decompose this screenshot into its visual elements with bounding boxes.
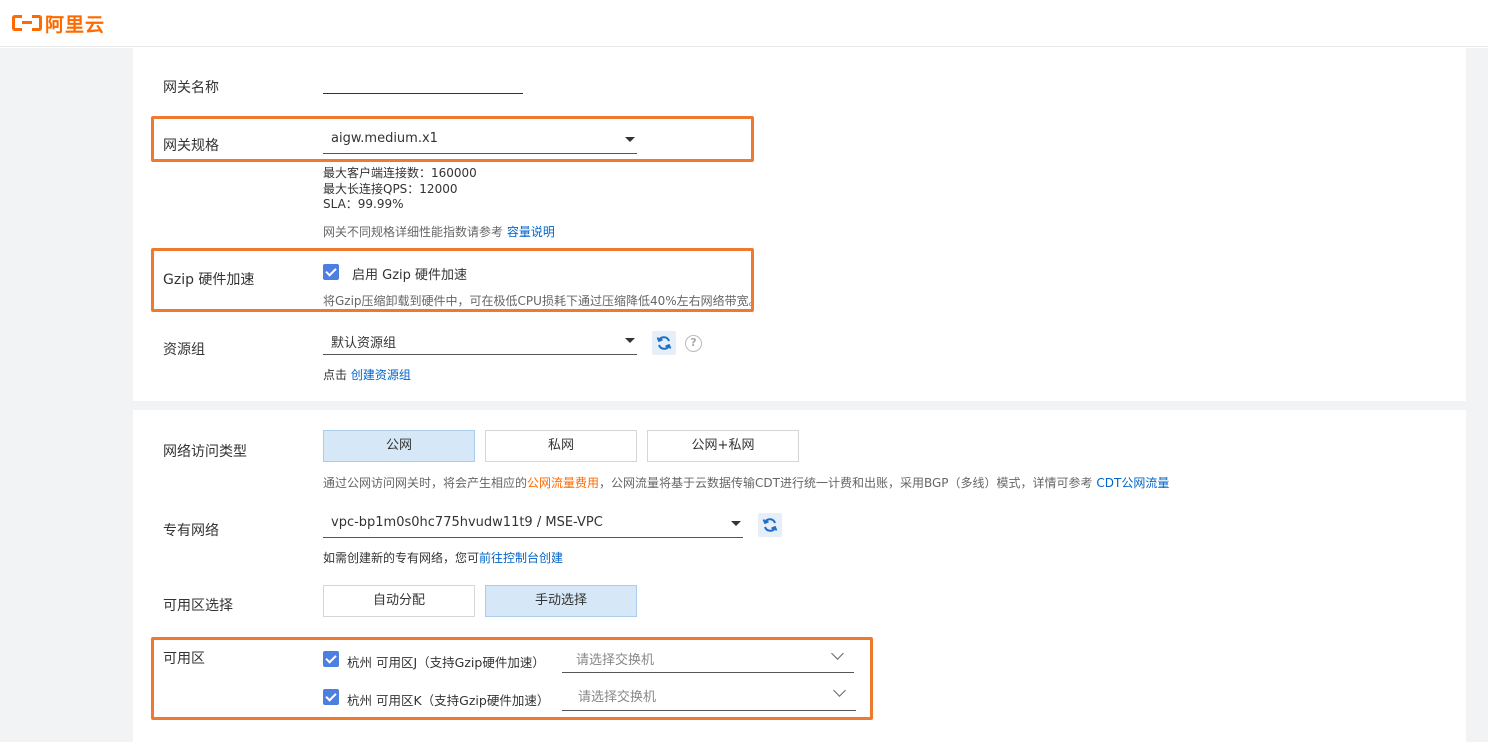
aliyun-logo[interactable]: 阿里云: [12, 11, 106, 36]
zone-k-switch-select[interactable]: 请选择交换机: [562, 684, 856, 711]
create-resource-group-link[interactable]: 创建资源组: [351, 368, 411, 382]
help-icon[interactable]: ?: [685, 335, 702, 352]
vpc-value: vpc-bp1m0s0hc775hvudw11t9 / MSE-VPC: [331, 515, 603, 530]
right-gutter: [1466, 48, 1488, 742]
vpc-refresh-button[interactable]: [758, 513, 782, 537]
top-bar: 阿里云: [0, 0, 1488, 47]
chevron-down-icon: [833, 684, 846, 697]
resource-group-hint-text: 点击: [323, 368, 348, 382]
vpc-select[interactable]: vpc-bp1m0s0hc775hvudw11t9 / MSE-VPC: [323, 515, 743, 538]
network-type-description: 通过公网访问网关时，将会产生相应的公网流量费用，公网流量将基于云数据传输CDT进…: [323, 474, 1169, 491]
zone-j-label[interactable]: 杭州 可用区J（支持Gzip硬件加速）: [347, 652, 545, 671]
caret-down-icon: [625, 338, 635, 343]
create-vpc-link[interactable]: 前往控制台创建: [479, 551, 563, 565]
aliyun-logo-icon: [12, 13, 42, 33]
capacity-docs-link[interactable]: 容量说明: [507, 225, 555, 239]
section-separator: [133, 401, 1488, 410]
network-type-public[interactable]: 公网: [323, 430, 475, 462]
vpc-label: 专有网络: [163, 523, 219, 539]
resource-group-select[interactable]: 默认资源组: [323, 332, 637, 355]
vpc-hint: 如需创建新的专有网络，您可前往控制台创建: [323, 549, 563, 566]
refresh-icon: [656, 336, 672, 350]
gzip-checkbox[interactable]: [323, 264, 339, 280]
network-type-label: 网络访问类型: [163, 444, 247, 460]
zone-k-switch-placeholder: 请选择交换机: [578, 690, 657, 705]
zone-j-switch-placeholder: 请选择交换机: [576, 653, 655, 668]
gateway-spec-select[interactable]: aigw.medium.x1: [323, 131, 637, 154]
spec-reference-text: 网关不同规格详细性能指数请参考: [323, 225, 504, 239]
gateway-spec-label: 网关规格: [163, 138, 219, 154]
zone-select-label: 可用区选择: [163, 598, 233, 614]
gzip-label: Gzip 硬件加速: [163, 272, 255, 288]
spec-detail-1: 最大客户端连接数：160000: [323, 166, 477, 180]
resource-group-refresh-button[interactable]: [652, 331, 676, 355]
resource-group-value: 默认资源组: [331, 336, 397, 351]
network-type-public-private[interactable]: 公网+私网: [647, 430, 799, 462]
chevron-down-icon: [831, 647, 844, 660]
caret-down-icon: [625, 137, 635, 142]
zone-k-checkbox[interactable]: [323, 689, 339, 705]
left-gutter: [0, 48, 133, 742]
zone-select-manual[interactable]: 手动选择: [485, 585, 637, 617]
network-desc-text-1: 通过公网访问网关时，将会产生相应的: [323, 476, 528, 490]
gzip-description: 将Gzip压缩卸载到硬件中，可在极低CPU损耗下通过压缩降低40%左右网络带宽。: [323, 294, 761, 308]
resource-group-label: 资源组: [163, 342, 205, 358]
zone-select-auto[interactable]: 自动分配: [323, 585, 475, 617]
cdt-public-traffic-link[interactable]: CDT公网流量: [1096, 476, 1169, 490]
public-traffic-fee-link[interactable]: 公网流量费用: [527, 476, 599, 490]
spec-reference-hint: 网关不同规格详细性能指数请参考 容量说明: [323, 223, 555, 240]
network-type-private[interactable]: 私网: [485, 430, 637, 462]
gateway-spec-value: aigw.medium.x1: [331, 131, 438, 146]
logo-text: 阿里云: [45, 13, 106, 36]
network-desc-text-2: ，公网流量将基于云数据传输CDT进行统一计费和出账，采用BGP（多线）模式，详情…: [599, 476, 1093, 490]
gateway-name-input[interactable]: [323, 74, 523, 94]
gzip-checkbox-label[interactable]: 启用 Gzip 硬件加速: [352, 264, 467, 283]
zone-j-checkbox[interactable]: [323, 651, 339, 667]
spec-detail-3: SLA：99.99%: [323, 197, 404, 211]
resource-group-hint: 点击 创建资源组: [323, 366, 411, 383]
refresh-icon: [762, 518, 778, 532]
vpc-hint-text: 如需创建新的专有网络，您可: [323, 551, 480, 565]
caret-down-icon: [731, 521, 741, 526]
zones-label: 可用区: [163, 651, 205, 667]
zone-j-switch-select[interactable]: 请选择交换机: [562, 647, 854, 673]
zone-k-label[interactable]: 杭州 可用区K（支持Gzip硬件加速）: [347, 690, 549, 709]
gateway-name-label: 网关名称: [163, 80, 219, 96]
